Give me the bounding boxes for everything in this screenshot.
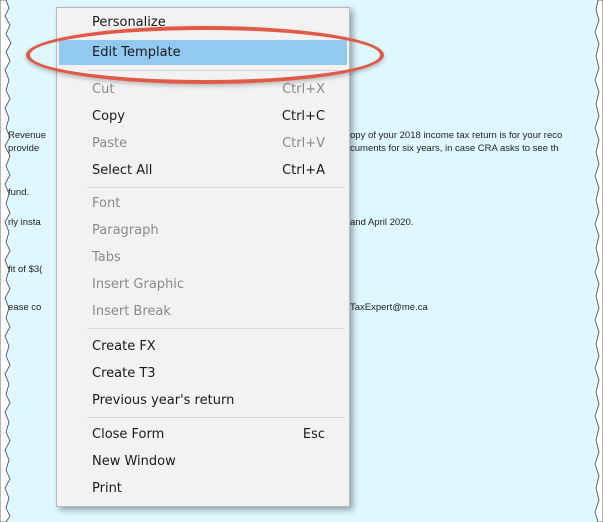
- menu-item-label: Close Form: [92, 427, 165, 442]
- menu-item-create-fx[interactable]: Create FX: [59, 334, 347, 359]
- menu-item-shortcut: Ctrl+X: [282, 82, 325, 97]
- menu-item-shortcut: Ctrl+V: [282, 136, 325, 151]
- doc-text-insta: rly insta: [8, 217, 41, 228]
- torn-edge-right: [594, 0, 603, 522]
- doc-text-revenue: Revenue: [8, 130, 47, 141]
- menu-item-paragraph[interactable]: Paragraph: [59, 218, 347, 243]
- doc-text-right-1: opy of your 2018 income tax return is fo…: [350, 130, 563, 141]
- menu-item-shortcut: Ctrl+C: [281, 109, 325, 124]
- menu-item-close-form[interactable]: Close Form Esc: [59, 422, 347, 447]
- menu-item-shortcut: Ctrl+A: [282, 163, 325, 178]
- menu-separator: [87, 328, 345, 329]
- menu-item-label: Paragraph: [92, 223, 159, 238]
- doc-text-right-4: TaxExpert@me.ca: [350, 302, 428, 313]
- menu-item-label: Previous year's return: [92, 393, 235, 408]
- menu-item-shortcut: Esc: [302, 427, 325, 442]
- menu-item-personalize[interactable]: Personalize: [59, 10, 347, 35]
- menu-separator: [87, 187, 345, 188]
- menu-item-cut[interactable]: Cut Ctrl+X: [59, 77, 347, 102]
- doc-text-fund: fund.: [8, 187, 30, 198]
- menu-item-print[interactable]: Print: [59, 476, 347, 501]
- menu-item-label: New Window: [92, 454, 176, 469]
- menu-item-font[interactable]: Font: [59, 191, 347, 216]
- menu-item-label: Tabs: [92, 250, 121, 265]
- menu-item-label: Edit Template: [92, 45, 181, 60]
- menu-item-tabs[interactable]: Tabs: [59, 245, 347, 270]
- menu-item-label: Insert Graphic: [92, 277, 185, 292]
- torn-edge-left: [0, 0, 12, 522]
- doc-text-right-2: cuments for six years, in case CRA asks …: [350, 143, 559, 154]
- menu-item-new-window[interactable]: New Window: [59, 449, 347, 474]
- menu-separator: [87, 70, 345, 71]
- doc-text-right-3: and April 2020.: [350, 217, 414, 228]
- menu-item-label: Select All: [92, 163, 153, 178]
- menu-item-label: Print: [92, 481, 122, 496]
- menu-item-label: Cut: [92, 82, 115, 97]
- menu-item-edit-template[interactable]: Edit Template: [59, 40, 347, 65]
- menu-item-create-t3[interactable]: Create T3: [59, 361, 347, 386]
- menu-item-label: Create FX: [92, 339, 156, 354]
- doc-text-fit: fit of $3(: [8, 264, 43, 275]
- doc-text-provide: provide: [8, 143, 40, 154]
- menu-item-copy[interactable]: Copy Ctrl+C: [59, 104, 347, 129]
- menu-item-label: Create T3: [92, 366, 156, 381]
- menu-item-label: Personalize: [92, 15, 166, 30]
- menu-item-previous-years-return[interactable]: Previous year's return: [59, 388, 347, 413]
- menu-item-label: Insert Break: [92, 304, 171, 319]
- menu-item-label: Copy: [92, 109, 125, 124]
- doc-text-ease: ease co: [8, 302, 42, 313]
- menu-item-select-all[interactable]: Select All Ctrl+A: [59, 158, 347, 183]
- context-menu: Personalize Edit Template Cut Ctrl+X Cop…: [56, 7, 350, 507]
- menu-item-insert-graphic[interactable]: Insert Graphic: [59, 272, 347, 297]
- menu-item-label: Font: [92, 196, 121, 211]
- menu-item-insert-break[interactable]: Insert Break: [59, 299, 347, 324]
- menu-item-label: Paste: [92, 136, 128, 151]
- menu-item-paste[interactable]: Paste Ctrl+V: [59, 131, 347, 156]
- menu-separator: [87, 417, 345, 418]
